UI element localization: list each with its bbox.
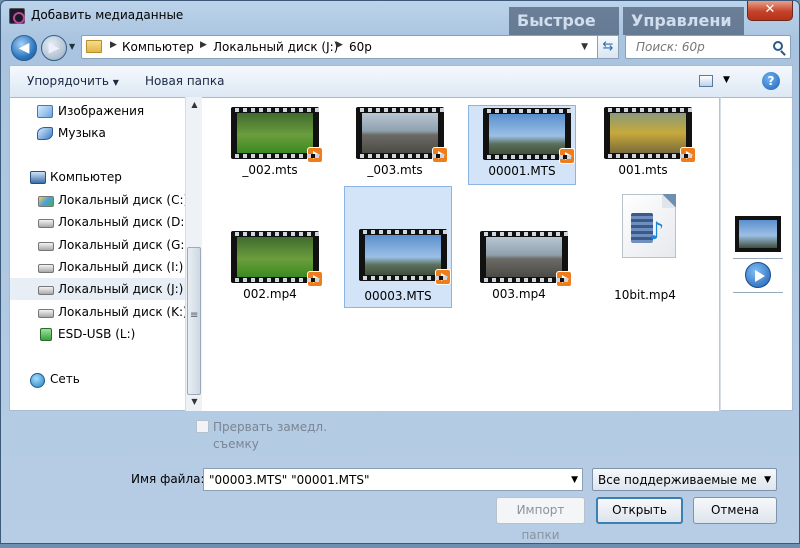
preview-pane — [720, 97, 793, 411]
play-badge-icon — [556, 271, 572, 287]
chevron-down-icon: ▼ — [112, 78, 119, 87]
disk-icon — [38, 264, 54, 273]
disk-icon — [38, 219, 54, 228]
view-mode-dropdown-icon[interactable]: ▼ — [723, 75, 730, 85]
refresh-icon: ⇆ — [602, 39, 614, 54]
scroll-thumb[interactable] — [187, 247, 201, 395]
forward-button[interactable]: ▶ — [41, 35, 67, 61]
refresh-button[interactable]: ⇆ — [597, 35, 619, 59]
dialog-window: Добавить медиаданные Быстрое Управлени ✕… — [0, 0, 800, 544]
search-placeholder: Поиск: 60р — [636, 40, 705, 54]
cancel-button[interactable]: Отмена — [693, 497, 777, 524]
organize-button[interactable]: Упорядочить ▼ — [27, 74, 119, 88]
address-dropdown-icon[interactable]: ▼ — [581, 42, 588, 52]
sidebar-item-network[interactable]: Сеть — [10, 368, 186, 390]
background-app-tabs: Быстрое Управлени — [509, 7, 744, 37]
breadcrumb-disk-j[interactable]: Локальный диск (J:) — [213, 40, 338, 54]
images-icon — [37, 105, 53, 118]
folder-icon — [86, 40, 102, 53]
arrow-right-icon: ▶ — [48, 40, 60, 56]
video-thumbnail — [231, 107, 323, 163]
preview-thumbnail — [735, 216, 781, 252]
file-item[interactable]: 002.mp4 — [217, 225, 325, 343]
play-icon[interactable] — [745, 262, 771, 288]
video-thumbnail — [359, 229, 451, 285]
video-thumbnail — [480, 231, 572, 287]
video-thumbnail — [604, 107, 696, 163]
chevron-down-icon: ▼ — [764, 475, 771, 485]
open-button[interactable]: Открыть — [596, 497, 683, 524]
disk-icon — [38, 286, 54, 295]
chevron-right-icon[interactable]: ▶ — [200, 40, 207, 50]
background-tab-manage: Управлени — [623, 7, 744, 35]
address-bar[interactable]: ▶ Компьютер ▶ Локальный диск (J:) ▶ 60p … — [81, 35, 617, 59]
filename-input[interactable]: "00003.MTS" "00001.MTS" ▼ — [203, 468, 583, 491]
recent-pages-dropdown[interactable]: ▼ — [69, 42, 75, 51]
search-icon[interactable] — [773, 41, 783, 51]
close-button[interactable]: ✕ — [747, 1, 793, 21]
background-tab-quick: Быстрое — [509, 7, 619, 35]
scroll-up-icon[interactable]: ▲ — [186, 97, 203, 113]
play-badge-icon — [432, 147, 448, 163]
file-item[interactable]: 00003.MTS — [344, 186, 452, 308]
chevron-down-icon[interactable]: ▼ — [571, 475, 578, 485]
command-toolbar: Упорядочить ▼ Новая папка ▼ ? — [9, 65, 793, 97]
scroll-down-icon[interactable]: ▼ — [186, 394, 203, 410]
sidebar-item-disk-g[interactable]: Локальный диск (G:) — [10, 234, 189, 256]
file-type-select[interactable]: Все поддерживаемые меди ▼ — [592, 468, 777, 491]
navigation-pane: Изображения Музыка Компьютер Локальный д… — [9, 97, 202, 411]
file-item[interactable]: 003.mp4 — [466, 225, 574, 343]
file-list: _002.mts _003.mts 00001.MTS 001.mts 002.… — [202, 97, 719, 411]
sidebar-item-disk-d[interactable]: Локальный диск (D:) — [10, 211, 189, 233]
import-folder-button[interactable]: Импорт папки — [496, 497, 585, 542]
arrow-left-icon: ◀ — [18, 40, 30, 56]
breadcrumb-computer[interactable]: Компьютер — [122, 40, 194, 54]
disk-icon — [38, 309, 54, 318]
interrupt-slowmo-label: Прервать замедл. съемку — [213, 420, 327, 451]
play-badge-icon — [307, 147, 323, 163]
sidebar-item-disk-c[interactable]: Локальный диск (C:) — [10, 189, 188, 211]
file-item[interactable]: 00001.MTS — [468, 105, 576, 185]
disk-icon — [38, 242, 54, 251]
network-icon — [30, 373, 45, 388]
file-item[interactable]: ♪ 10bit.mp4 — [592, 190, 700, 308]
filename-value: "00003.MTS" "00001.MTS" — [209, 473, 370, 487]
filename-label: Имя файла: — [131, 472, 205, 486]
app-icon — [9, 8, 25, 24]
breadcrumb-60p[interactable]: 60p — [349, 40, 372, 54]
disk-c-icon — [38, 196, 54, 207]
music-icon — [37, 127, 53, 140]
sidebar-item-computer[interactable]: Компьютер — [10, 166, 186, 188]
sidebar-item-disk-i[interactable]: Локальный диск (I:) — [10, 256, 186, 278]
search-input[interactable]: Поиск: 60р — [625, 35, 791, 59]
chevron-right-icon[interactable]: ▶ — [336, 40, 343, 50]
media-file-icon: ♪ — [622, 194, 676, 258]
window-title: Добавить медиаданные — [31, 8, 184, 22]
play-badge-icon — [559, 148, 575, 164]
view-mode-icon[interactable] — [699, 75, 713, 87]
sidebar-item-esd-usb[interactable]: ESD-USB (L:) — [10, 323, 186, 345]
video-thumbnail — [483, 108, 575, 164]
chevron-right-icon[interactable]: ▶ — [110, 40, 117, 50]
play-badge-icon — [435, 269, 451, 285]
title-bar: Добавить медиаданные Быстрое Управлени ✕ — [1, 1, 799, 35]
music-note-icon: ♪ — [649, 217, 665, 245]
computer-icon — [30, 171, 46, 184]
play-badge-icon — [307, 271, 323, 287]
play-badge-icon — [680, 147, 696, 163]
usb-icon — [40, 328, 52, 341]
video-thumbnail — [231, 231, 323, 287]
video-thumbnail — [356, 107, 448, 163]
sidebar-item-images[interactable]: Изображения — [10, 100, 186, 122]
file-item[interactable]: _002.mts — [217, 101, 325, 219]
back-button[interactable]: ◀ — [11, 35, 37, 61]
sidebar-item-disk-k[interactable]: Локальный диск (K:) — [10, 301, 188, 323]
sidebar-item-music[interactable]: Музыка — [10, 122, 186, 144]
sidebar-scrollbar[interactable]: ▲ ▼ — [185, 97, 202, 411]
help-icon[interactable]: ? — [762, 72, 780, 90]
interrupt-slowmo-checkbox[interactable] — [196, 420, 209, 433]
sidebar-item-disk-j[interactable]: Локальный диск (J:) — [10, 278, 186, 300]
file-type-value: Все поддерживаемые меди — [598, 473, 756, 487]
new-folder-button[interactable]: Новая папка — [145, 74, 224, 88]
